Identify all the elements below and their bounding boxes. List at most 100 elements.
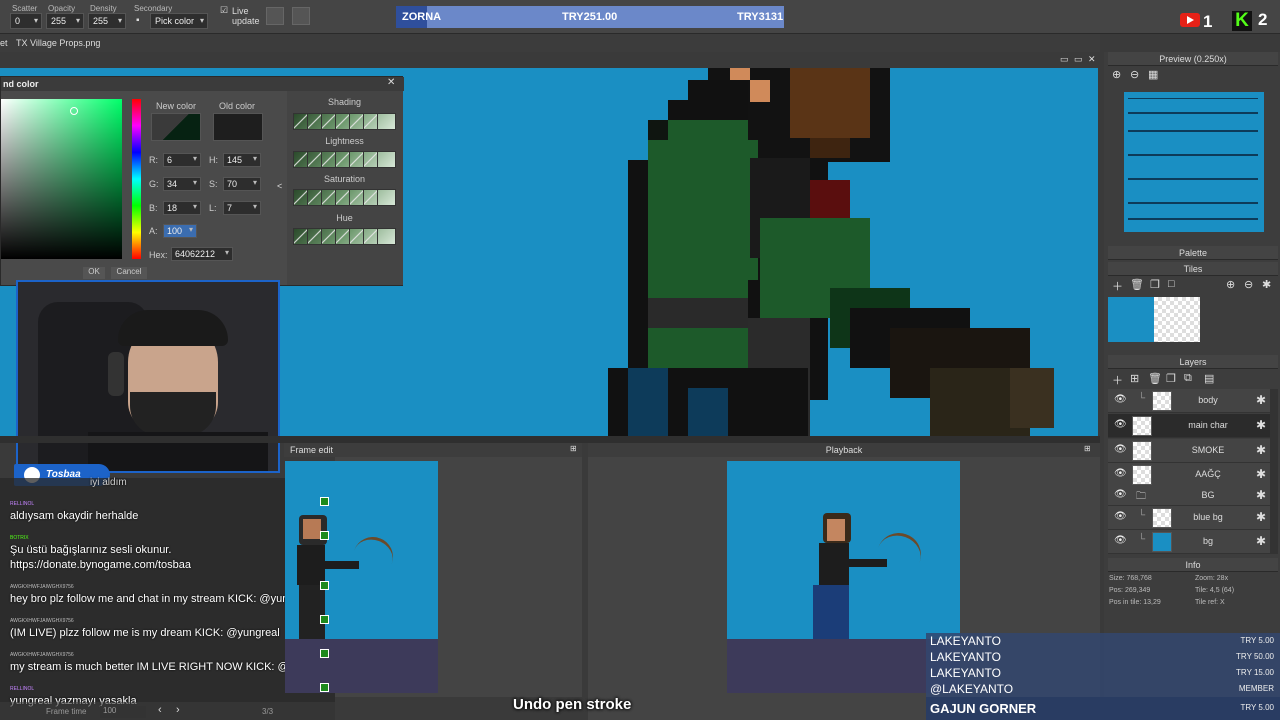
frame-check-icon[interactable]: [320, 649, 329, 658]
layer-row-bg-group[interactable]: 👁 🗀 BG ✱: [1108, 486, 1270, 506]
frame-check-icon[interactable]: [320, 581, 329, 590]
layer-thumbnail: [1132, 416, 1152, 436]
gear-icon[interactable]: ✱: [1262, 278, 1271, 291]
a-input[interactable]: 100: [163, 224, 197, 238]
maximize-icon[interactable]: ▭: [1074, 54, 1083, 65]
merge-icon[interactable]: ⧉: [1184, 372, 1192, 385]
frame-check-icon[interactable]: [320, 531, 329, 540]
layers-scrollbar[interactable]: [1270, 389, 1278, 554]
pin-icon[interactable]: ⊞: [1084, 444, 1091, 453]
cancel-button[interactable]: Cancel: [111, 267, 147, 279]
hex-input[interactable]: 64062212: [171, 247, 233, 261]
secondary-select[interactable]: Pick color: [150, 13, 208, 29]
zoom-out-icon[interactable]: ⊖: [1244, 278, 1253, 291]
collapse-arrow-icon[interactable]: <: [277, 181, 282, 191]
tiles-header: Tiles: [1108, 262, 1278, 276]
l-input[interactable]: 7: [223, 201, 261, 215]
density-label: Density: [90, 4, 117, 13]
info-pos-in-tile: Pos in tile: 13,29: [1109, 599, 1161, 606]
minimize-icon[interactable]: ▭: [1060, 54, 1069, 65]
frame-edit-canvas[interactable]: [285, 461, 438, 693]
h-input[interactable]: 145: [223, 153, 261, 167]
layer-row-blue-bg[interactable]: 👁 └ blue bg ✱: [1108, 506, 1270, 530]
tile-thumbnail-2[interactable]: [1154, 297, 1200, 342]
zoom-out-icon[interactable]: ⊖: [1130, 68, 1139, 81]
pin-icon[interactable]: ⊞: [570, 444, 577, 453]
ok-button[interactable]: OK: [83, 267, 105, 279]
tab-partial[interactable]: et: [0, 38, 8, 48]
eye-icon[interactable]: 👁: [1114, 468, 1127, 479]
opacity-label: Opacity: [48, 4, 76, 13]
copy-icon[interactable]: ❐: [1166, 372, 1176, 385]
layer-settings-icon[interactable]: ▤: [1204, 372, 1214, 385]
copy-icon[interactable]: ❐: [1150, 278, 1160, 291]
zoom-in-icon[interactable]: ⊕: [1226, 278, 1235, 291]
preview-thumbnail[interactable]: [1124, 92, 1264, 232]
gear-icon[interactable]: ✱: [1256, 393, 1266, 407]
brush-icon[interactable]: ▪: [136, 15, 140, 26]
gear-icon[interactable]: ✱: [1256, 443, 1266, 457]
layer-row-agac[interactable]: 👁 AAĞÇ ✱: [1108, 463, 1270, 487]
grid-icon[interactable]: ▦: [1148, 68, 1158, 81]
old-color-swatch[interactable]: [213, 113, 263, 141]
next-frame-icon[interactable]: ›: [176, 704, 180, 716]
lightness-swatches[interactable]: [293, 151, 396, 168]
live-update-checkbox[interactable]: ☑: [220, 5, 228, 16]
plus-icon[interactable]: ＋: [1112, 278, 1123, 294]
square-icon[interactable]: □: [1168, 278, 1175, 290]
zoom-in-icon[interactable]: ⊕: [1112, 68, 1121, 81]
close-icon[interactable]: ✕: [387, 77, 395, 88]
layer-row-smoke[interactable]: 👁 SMOKE ✱: [1108, 439, 1270, 463]
frame-check-icon[interactable]: [320, 683, 329, 692]
eye-icon[interactable]: 👁: [1114, 394, 1127, 405]
trash-icon[interactable]: 🗑: [1148, 372, 1162, 385]
frame-check-icon[interactable]: [320, 497, 329, 506]
density-select[interactable]: 255: [88, 13, 126, 29]
saturation-value-square[interactable]: [1, 99, 122, 259]
g-label: G:: [149, 179, 159, 189]
frame-check-icon[interactable]: [320, 615, 329, 624]
b-input[interactable]: 18: [163, 201, 201, 215]
s-input[interactable]: 70: [223, 177, 261, 191]
eye-icon[interactable]: 👁: [1114, 535, 1127, 546]
gear-icon[interactable]: ✱: [1256, 488, 1266, 502]
eye-icon[interactable]: 👁: [1114, 489, 1127, 500]
eye-icon[interactable]: 👁: [1114, 511, 1127, 522]
tab-file[interactable]: TX Village Props.png: [16, 38, 100, 48]
gear-icon[interactable]: ✱: [1256, 418, 1266, 432]
g-input[interactable]: 34: [163, 177, 201, 191]
hex-label: Hex:: [149, 250, 168, 260]
shading-swatches[interactable]: [293, 113, 396, 130]
frame-time-input[interactable]: 100: [100, 706, 146, 718]
opacity-select[interactable]: 255: [46, 13, 84, 29]
eye-icon[interactable]: 👁: [1114, 419, 1127, 430]
gear-icon[interactable]: ✱: [1256, 467, 1266, 481]
scatter-select[interactable]: 0: [10, 13, 42, 29]
chat-username: RELLINOL: [10, 501, 35, 507]
color-cursor[interactable]: [70, 107, 78, 115]
tile-thumbnail-1[interactable]: [1108, 297, 1154, 342]
layer-row-body[interactable]: 👁 └ body ✱: [1108, 389, 1270, 413]
plus-icon[interactable]: ＋: [1112, 372, 1123, 388]
tool-button-1[interactable]: [266, 7, 284, 25]
s-label: S:: [209, 179, 218, 189]
donor-amount: MEMBER: [1238, 684, 1274, 693]
saturation-swatches[interactable]: [293, 189, 396, 206]
gear-icon[interactable]: ✱: [1256, 510, 1266, 524]
add-group-icon[interactable]: ⊞: [1130, 372, 1139, 385]
r-input[interactable]: 6: [163, 153, 201, 167]
hue-swatches[interactable]: [293, 228, 396, 245]
layer-row-bg[interactable]: 👁 └ bg ✱: [1108, 530, 1270, 554]
prev-frame-icon[interactable]: ‹: [158, 704, 162, 716]
youtube-counter: 1: [1203, 12, 1213, 31]
close-icon[interactable]: ✕: [1088, 54, 1096, 65]
eye-icon[interactable]: 👁: [1114, 444, 1127, 455]
layer-row-main-char[interactable]: 👁 main char ✱: [1108, 414, 1270, 438]
panel-splitter[interactable]: [0, 436, 1100, 443]
frame-edit-header: Frame edit ⊞: [284, 443, 582, 457]
h-label: H:: [209, 155, 218, 165]
trash-icon[interactable]: 🗑: [1130, 278, 1144, 291]
gear-icon[interactable]: ✱: [1256, 534, 1266, 548]
hue-slider[interactable]: [132, 99, 141, 259]
tool-button-2[interactable]: [292, 7, 310, 25]
